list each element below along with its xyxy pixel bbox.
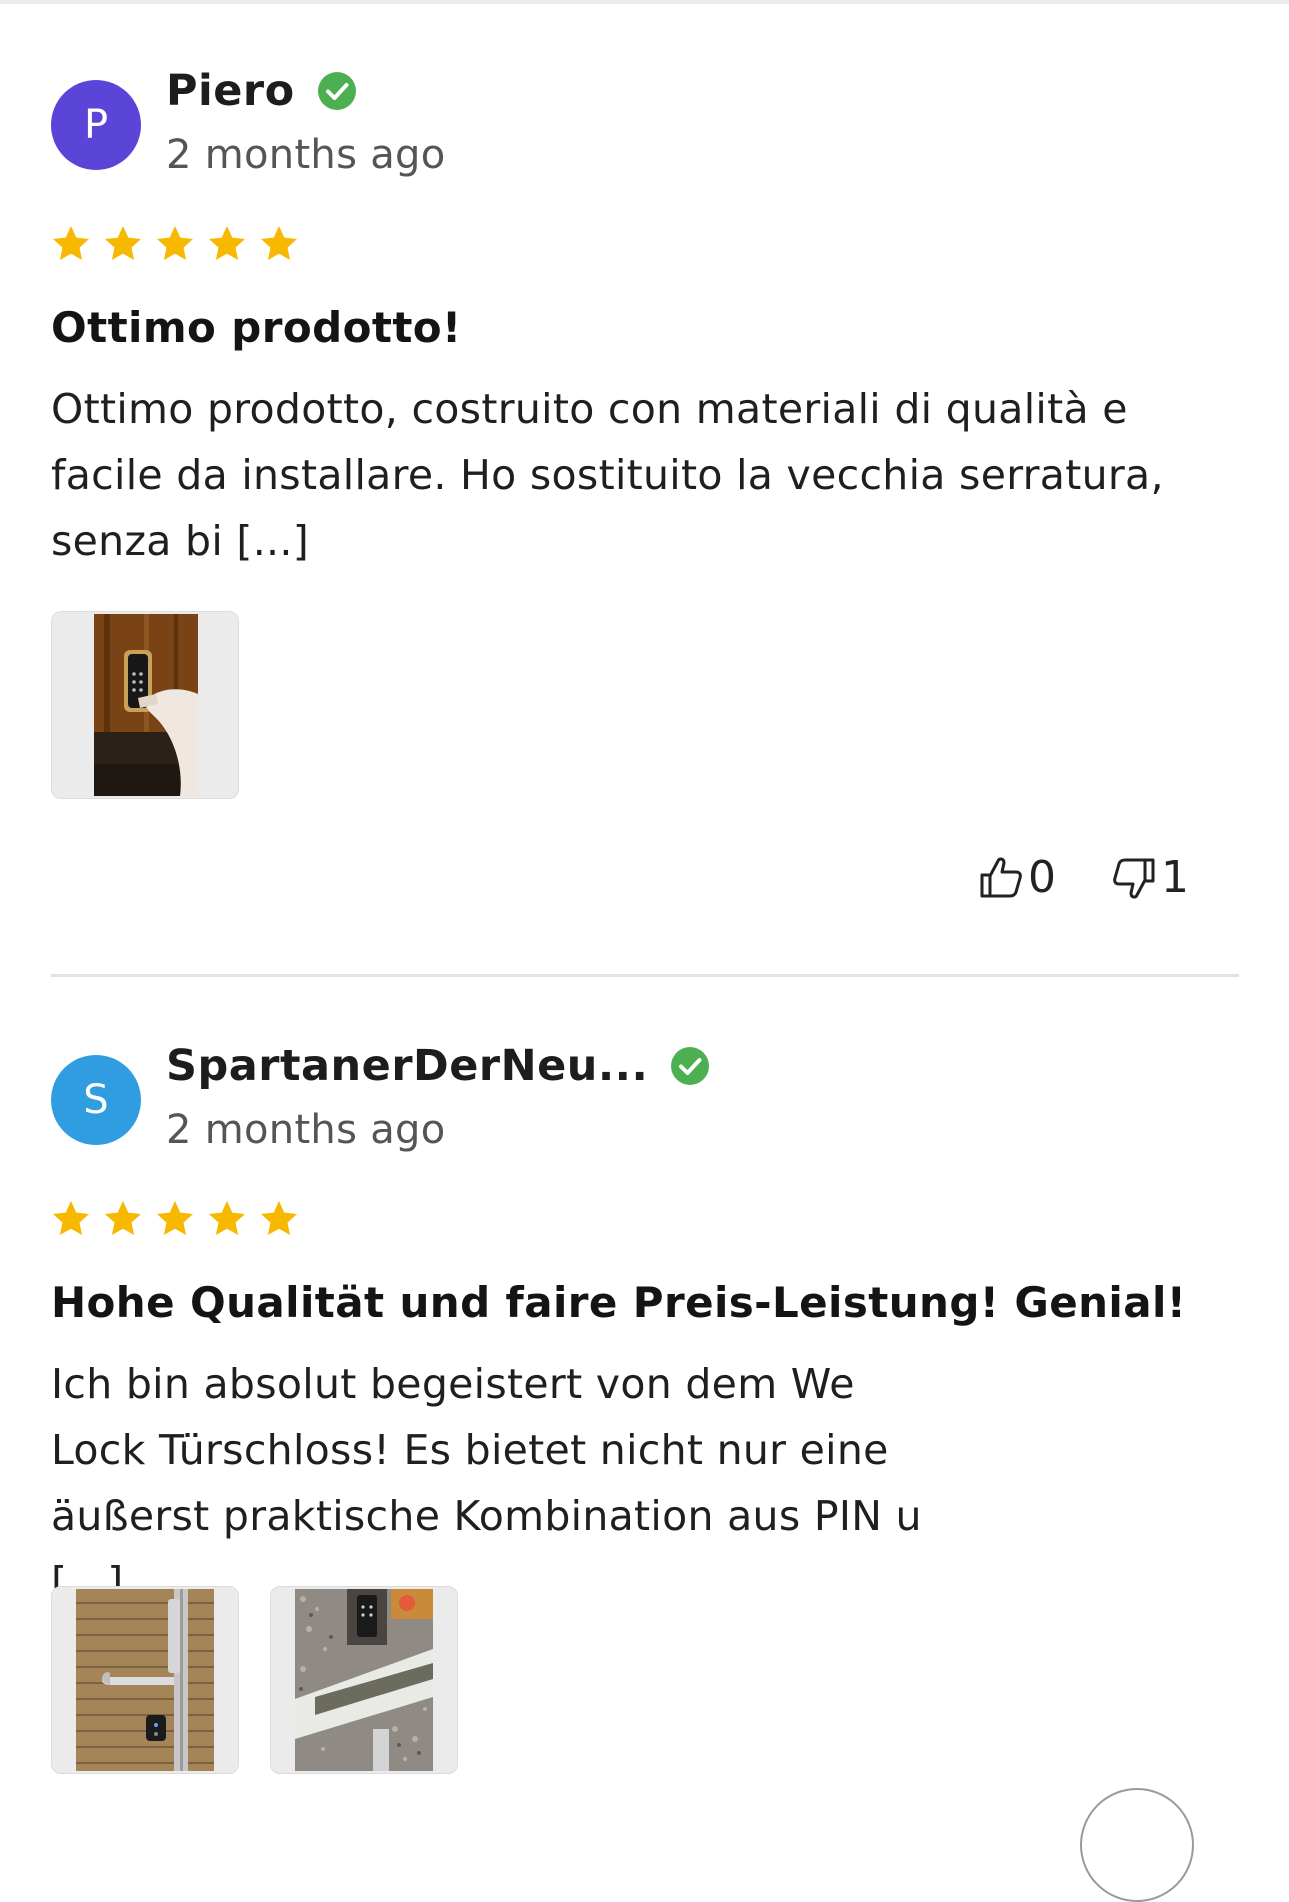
review-photo [295, 1589, 433, 1771]
reviewer-name: Piero [166, 66, 357, 116]
star-rating [51, 224, 299, 264]
star-icon [261, 1201, 297, 1235]
thumbs-up-icon [980, 856, 1022, 897]
review-body[interactable]: Ich bin absolut begeistert von dem We Lo… [51, 1351, 951, 1615]
star-icon [105, 1201, 141, 1235]
review-card: P Piero 2 months ago Ottimo prodotto! Ot… [51, 0, 1239, 980]
review-photo-thumbnail[interactable] [270, 1586, 458, 1774]
avatar: P [51, 80, 141, 170]
check-circle-icon [671, 1047, 710, 1085]
review-photo [94, 614, 198, 796]
star-icon [53, 226, 89, 260]
review-photo-thumbnail[interactable] [51, 1586, 239, 1774]
reviewer-name-text: SpartanerDerNeu... [166, 1041, 649, 1091]
star-icon [157, 226, 193, 260]
star-rating [51, 1199, 299, 1239]
helpfulness-votes: 0 1 [978, 852, 1189, 903]
star-icon [53, 1201, 89, 1235]
star-icon [209, 1201, 245, 1235]
helpful-no-count: 1 [1161, 852, 1189, 903]
star-icon [105, 226, 141, 260]
review-time: 2 months ago [166, 1107, 446, 1153]
helpful-yes-button[interactable]: 0 [978, 852, 1056, 903]
helpful-yes-count: 0 [1028, 852, 1056, 903]
reviewer-name: SpartanerDerNeu... [166, 1041, 710, 1091]
avatar: S [51, 1055, 141, 1145]
helpful-no-button[interactable]: 1 [1111, 852, 1189, 903]
review-title: Ottimo prodotto! [51, 303, 462, 352]
thumbs-down-icon [1113, 858, 1155, 899]
star-icon [157, 1201, 193, 1235]
star-icon [209, 226, 245, 260]
review-photo-thumbnail[interactable] [51, 611, 239, 799]
reviewer-name-text: Piero [166, 66, 295, 116]
review-card: S SpartanerDerNeu... 2 months ago Hohe Q… [51, 975, 1239, 1818]
review-time: 2 months ago [166, 132, 446, 178]
review-title: Hohe Qualität und faire Preis-Leistung! … [51, 1278, 1187, 1327]
review-photo [76, 1589, 214, 1771]
scroll-to-top-button[interactable] [1080, 1788, 1194, 1902]
review-body[interactable]: Ottimo prodotto, costruito con materiali… [51, 376, 1239, 574]
star-icon [261, 226, 297, 260]
check-circle-icon [317, 72, 356, 110]
